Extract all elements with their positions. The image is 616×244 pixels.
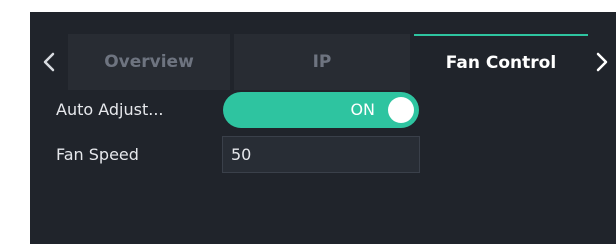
tab-scroll-right-button[interactable] [588, 34, 616, 90]
tab-bar: Overview IP Fan Control [30, 34, 616, 90]
tab-overview[interactable]: Overview [68, 34, 230, 90]
auto-adjust-toggle[interactable]: ON [223, 92, 419, 128]
tab-scroll-left-button[interactable] [30, 34, 68, 90]
auto-adjust-label: Auto Adjust... [56, 100, 164, 119]
fan-speed-label: Fan Speed [56, 145, 139, 164]
fan-control-panel: Overview IP Fan Control Auto Adjust... O… [30, 12, 616, 244]
tab-fan-control-label: Fan Control [445, 53, 557, 73]
chevron-right-icon [596, 52, 608, 72]
tab-ip[interactable]: IP [234, 34, 410, 90]
chevron-left-icon [43, 52, 55, 72]
tab-ip-label: IP [312, 52, 332, 72]
fan-speed-input[interactable] [222, 136, 420, 173]
tab-overview-label: Overview [104, 52, 194, 72]
toggle-state-text: ON [350, 100, 375, 119]
tab-fan-control[interactable]: Fan Control [414, 34, 588, 90]
toggle-knob [388, 97, 414, 123]
